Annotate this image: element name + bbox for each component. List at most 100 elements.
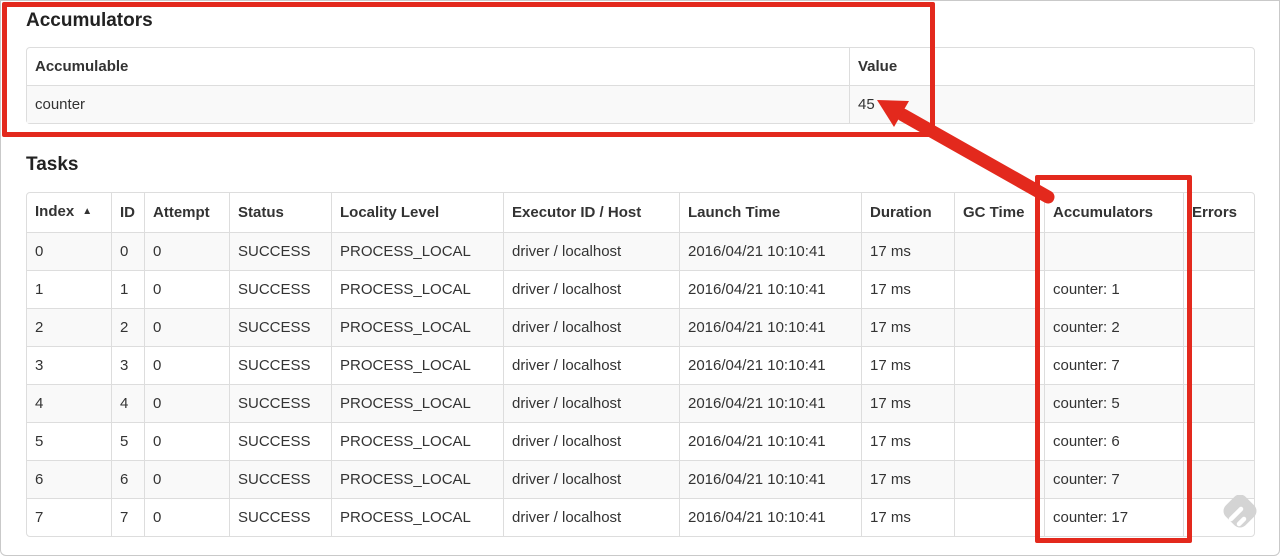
column-header-index[interactable]: Index ▲ (27, 193, 111, 232)
task-launch-time-cell: 2016/04/21 10:10:41 (679, 232, 861, 270)
task-row: 3 3 0 SUCCESS PROCESS_LOCAL driver / loc… (27, 346, 1254, 384)
task-index-cell: 6 (27, 460, 111, 498)
accumulators-section: Accumulators Accumulable Value counter 4… (26, 10, 1255, 124)
task-gc-time-cell (954, 460, 1044, 498)
task-attempt-cell: 0 (144, 308, 229, 346)
accumulable-name-cell: counter (27, 85, 849, 123)
task-status-cell: SUCCESS (229, 422, 331, 460)
accumulators-table: Accumulable Value counter 45 (26, 47, 1255, 124)
task-duration-cell: 17 ms (861, 346, 954, 384)
task-row: 5 5 0 SUCCESS PROCESS_LOCAL driver / loc… (27, 422, 1254, 460)
task-index-cell: 2 (27, 308, 111, 346)
column-header-value[interactable]: Value (849, 48, 1254, 85)
task-executor-id-host-cell: driver / localhost (503, 346, 679, 384)
task-gc-time-cell (954, 270, 1044, 308)
task-row: 2 2 0 SUCCESS PROCESS_LOCAL driver / loc… (27, 308, 1254, 346)
sort-ascending-icon: ▲ (82, 206, 93, 217)
task-errors-cell (1183, 232, 1254, 270)
task-duration-cell: 17 ms (861, 308, 954, 346)
accumulators-header-row: Accumulable Value (27, 48, 1254, 85)
task-attempt-cell: 0 (144, 346, 229, 384)
task-locality-level-cell: PROCESS_LOCAL (331, 308, 503, 346)
task-errors-cell (1183, 270, 1254, 308)
column-header-attempt[interactable]: Attempt (144, 193, 229, 232)
column-header-id[interactable]: ID (111, 193, 144, 232)
task-executor-id-host-cell: driver / localhost (503, 384, 679, 422)
task-launch-time-cell: 2016/04/21 10:10:41 (679, 346, 861, 384)
task-accumulators-cell: counter: 7 (1044, 460, 1183, 498)
task-id-cell: 6 (111, 460, 144, 498)
task-status-cell: SUCCESS (229, 308, 331, 346)
task-gc-time-cell (954, 346, 1044, 384)
column-header-accumulable[interactable]: Accumulable (27, 48, 849, 85)
task-attempt-cell: 0 (144, 384, 229, 422)
task-accumulators-cell: counter: 5 (1044, 384, 1183, 422)
task-launch-time-cell: 2016/04/21 10:10:41 (679, 384, 861, 422)
task-row: 0 0 0 SUCCESS PROCESS_LOCAL driver / loc… (27, 232, 1254, 270)
task-attempt-cell: 0 (144, 460, 229, 498)
task-duration-cell: 17 ms (861, 460, 954, 498)
task-attempt-cell: 0 (144, 498, 229, 536)
column-header-executor-id-host[interactable]: Executor ID / Host (503, 193, 679, 232)
task-accumulators-cell: counter: 1 (1044, 270, 1183, 308)
task-id-cell: 5 (111, 422, 144, 460)
task-locality-level-cell: PROCESS_LOCAL (331, 460, 503, 498)
task-attempt-cell: 0 (144, 232, 229, 270)
column-header-errors[interactable]: Errors (1183, 193, 1254, 232)
task-row: 6 6 0 SUCCESS PROCESS_LOCAL driver / loc… (27, 460, 1254, 498)
task-errors-cell (1183, 498, 1254, 536)
task-attempt-cell: 0 (144, 270, 229, 308)
task-attempt-cell: 0 (144, 422, 229, 460)
task-index-cell: 0 (27, 232, 111, 270)
task-row: 7 7 0 SUCCESS PROCESS_LOCAL driver / loc… (27, 498, 1254, 536)
task-duration-cell: 17 ms (861, 498, 954, 536)
column-header-duration[interactable]: Duration (861, 193, 954, 232)
task-executor-id-host-cell: driver / localhost (503, 422, 679, 460)
task-executor-id-host-cell: driver / localhost (503, 308, 679, 346)
task-locality-level-cell: PROCESS_LOCAL (331, 346, 503, 384)
task-id-cell: 1 (111, 270, 144, 308)
task-id-cell: 2 (111, 308, 144, 346)
task-accumulators-cell (1044, 232, 1183, 270)
column-header-gc-time[interactable]: GC Time (954, 193, 1044, 232)
task-errors-cell (1183, 384, 1254, 422)
task-errors-cell (1183, 308, 1254, 346)
task-duration-cell: 17 ms (861, 384, 954, 422)
task-duration-cell: 17 ms (861, 232, 954, 270)
column-header-status[interactable]: Status (229, 193, 331, 232)
tasks-header-row: Index ▲ ID Attempt Status Locality Level … (27, 193, 1254, 232)
task-locality-level-cell: PROCESS_LOCAL (331, 384, 503, 422)
task-accumulators-cell: counter: 6 (1044, 422, 1183, 460)
tasks-section-title: Tasks (26, 154, 79, 175)
tasks-table: Index ▲ ID Attempt Status Locality Level … (26, 192, 1255, 537)
task-status-cell: SUCCESS (229, 384, 331, 422)
task-locality-level-cell: PROCESS_LOCAL (331, 422, 503, 460)
task-locality-level-cell: PROCESS_LOCAL (331, 270, 503, 308)
task-gc-time-cell (954, 232, 1044, 270)
task-launch-time-cell: 2016/04/21 10:10:41 (679, 422, 861, 460)
task-launch-time-cell: 2016/04/21 10:10:41 (679, 308, 861, 346)
task-executor-id-host-cell: driver / localhost (503, 270, 679, 308)
task-accumulators-cell: counter: 17 (1044, 498, 1183, 536)
column-header-locality-level[interactable]: Locality Level (331, 193, 503, 232)
task-index-cell: 3 (27, 346, 111, 384)
task-index-cell: 4 (27, 384, 111, 422)
task-row: 4 4 0 SUCCESS PROCESS_LOCAL driver / loc… (27, 384, 1254, 422)
task-id-cell: 0 (111, 232, 144, 270)
task-status-cell: SUCCESS (229, 346, 331, 384)
tasks-section: Tasks Index ▲ ID Attempt Status Locality … (26, 154, 1255, 537)
task-locality-level-cell: PROCESS_LOCAL (331, 498, 503, 536)
task-gc-time-cell (954, 384, 1044, 422)
task-executor-id-host-cell: driver / localhost (503, 498, 679, 536)
column-header-launch-time[interactable]: Launch Time (679, 193, 861, 232)
task-index-cell: 1 (27, 270, 111, 308)
task-gc-time-cell (954, 308, 1044, 346)
column-header-accumulators[interactable]: Accumulators (1044, 193, 1183, 232)
column-header-index-label: Index (35, 203, 75, 220)
task-id-cell: 7 (111, 498, 144, 536)
task-launch-time-cell: 2016/04/21 10:10:41 (679, 270, 861, 308)
task-index-cell: 7 (27, 498, 111, 536)
task-executor-id-host-cell: driver / localhost (503, 460, 679, 498)
task-launch-time-cell: 2016/04/21 10:10:41 (679, 460, 861, 498)
task-executor-id-host-cell: driver / localhost (503, 232, 679, 270)
